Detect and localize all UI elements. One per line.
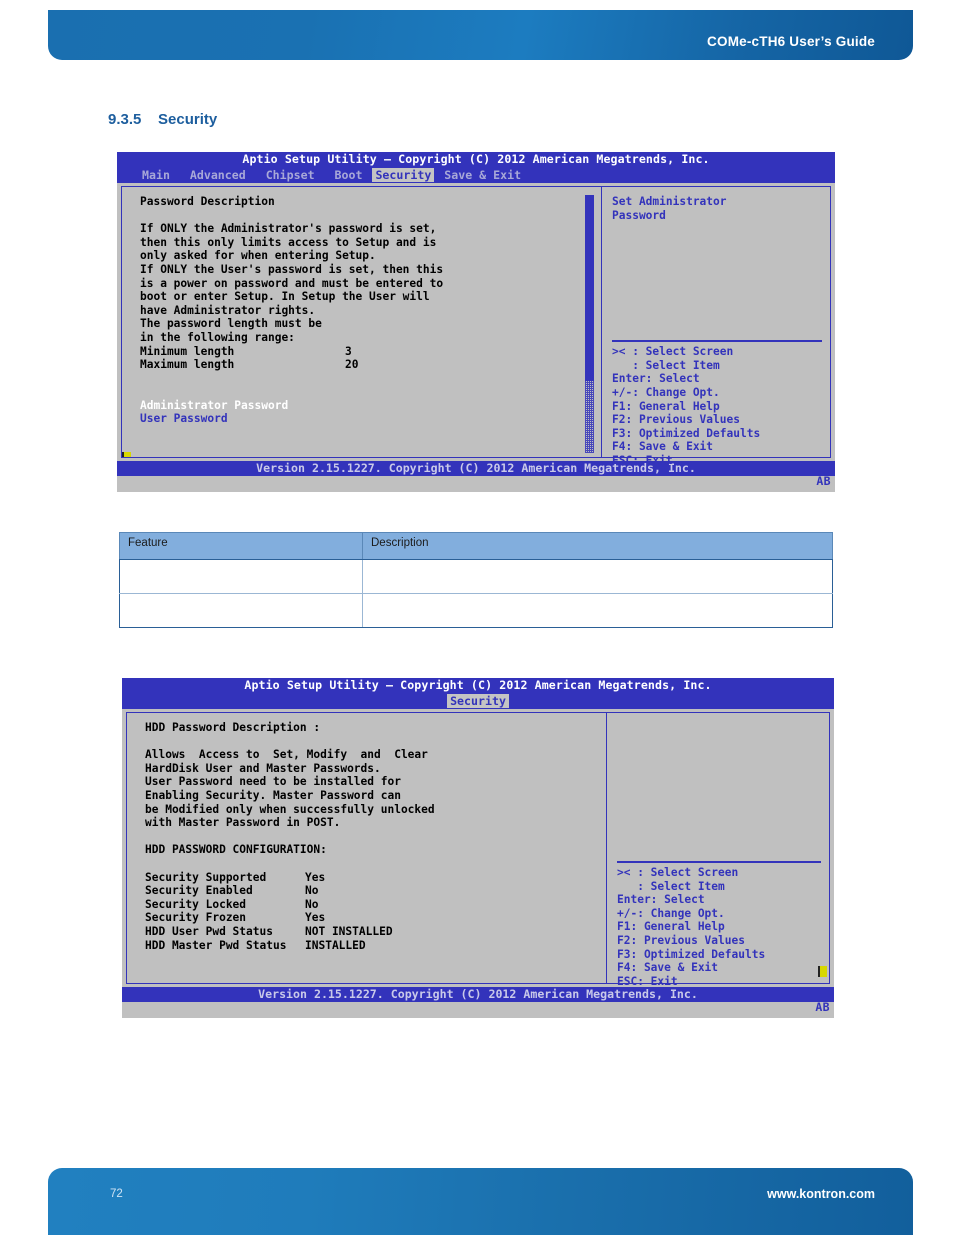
bios2-title: Aptio Setup Utility – Copyright (C) 2012… xyxy=(122,678,834,693)
bios2-body: HDD Password Description : Allows Access… xyxy=(126,712,830,988)
bios2-security-locked-value: No xyxy=(305,897,319,911)
bios-screenshot-security: Aptio Setup Utility – Copyright (C) 2012… xyxy=(117,152,835,492)
bios1-item-administrator-password[interactable]: Administrator Password xyxy=(140,399,601,413)
bios2-config-row: HDD User Pwd Status NOT INSTALLED xyxy=(145,925,606,939)
bios1-password-description-heading: Password Description xyxy=(140,195,275,208)
footer-website-link[interactable]: www.kontron.com xyxy=(767,1187,875,1201)
table-header-feature: Feature xyxy=(119,532,363,560)
feature-description-table: Feature Description xyxy=(119,532,833,628)
bios1-right-panel: Set Administrator Password >< : Select S… xyxy=(602,187,830,467)
table-cell-description xyxy=(362,593,833,628)
bios2-help-separator xyxy=(617,861,821,863)
page-header-title: COMe-cTH6 User’s Guide xyxy=(707,34,875,49)
bios2-security-supported-value: Yes xyxy=(305,870,326,884)
bios1-max-length-value: 20 xyxy=(345,358,359,372)
bios1-scrollbar[interactable] xyxy=(585,195,594,453)
bios1-scrollbar-thumb[interactable] xyxy=(585,195,594,381)
bios1-scrollbar-track[interactable] xyxy=(585,380,594,453)
bios1-left-panel: Password Description If ONLY the Adminis… xyxy=(122,187,601,457)
table-row xyxy=(119,559,833,594)
bios1-tab-save-exit[interactable]: Save & Exit xyxy=(441,168,524,182)
bios1-help-text: Set Administrator Password xyxy=(612,195,727,222)
bios2-bottom-strip: AB xyxy=(122,1000,834,1016)
bios2-security-enabled-value: No xyxy=(305,884,319,898)
bios2-security-supported-label: Security Supported xyxy=(145,870,267,884)
bios2-config-row: HDD Master Pwd Status INSTALLED xyxy=(145,939,606,953)
bios1-help-separator xyxy=(612,340,822,343)
bios-screenshot-hdd-security: Aptio Setup Utility – Copyright (C) 2012… xyxy=(122,678,834,1018)
bios2-security-locked-label: Security Locked xyxy=(145,897,247,911)
bios1-password-description-text: If ONLY the Administrator's password is … xyxy=(140,222,444,344)
bios2-right-panel: >< : Select Screen : Select Item Enter: … xyxy=(607,713,829,988)
bios2-cursor-marker xyxy=(818,966,827,977)
bios1-title: Aptio Setup Utility – Copyright (C) 2012… xyxy=(117,152,835,167)
table-cell-feature xyxy=(119,593,363,628)
bios2-config-row: Security Locked No xyxy=(145,898,606,912)
bios2-security-frozen-label: Security Frozen xyxy=(145,911,247,925)
bios2-config-row: Security Supported Yes xyxy=(145,871,606,885)
page-footer-banner: 72 www.kontron.com xyxy=(48,1168,913,1235)
table-cell-description xyxy=(362,559,833,594)
bios1-body: Password Description If ONLY the Adminis… xyxy=(121,186,831,467)
bios2-left-panel: HDD Password Description : Allows Access… xyxy=(127,713,606,983)
table-row xyxy=(119,593,833,628)
bios1-item-user-password[interactable]: User Password xyxy=(140,412,601,426)
table-header-row: Feature Description xyxy=(119,532,833,560)
bios1-min-length-value: 3 xyxy=(345,344,352,358)
bios1-tab-advanced[interactable]: Advanced xyxy=(187,168,249,182)
bios1-ab-badge: AB xyxy=(816,474,831,488)
bios2-hdd-password-description-heading: HDD Password Description : xyxy=(145,721,321,734)
bios1-tab-main[interactable]: Main xyxy=(139,168,173,182)
bios1-max-length-label: Maximum length xyxy=(140,358,235,372)
bios1-key-legend: >< : Select Screen : Select Item Enter: … xyxy=(612,345,761,467)
bios2-ab-badge: AB xyxy=(815,1000,830,1014)
section-title: Security xyxy=(158,111,218,128)
bios1-menubar: Main Advanced Chipset Boot Security Save… xyxy=(117,167,835,183)
section-number: 9.3.5 xyxy=(108,111,142,128)
bios2-hdd-master-pwd-status-value: INSTALLED xyxy=(305,938,366,952)
bios2-menubar: Security xyxy=(122,693,834,709)
bios2-config-heading: HDD PASSWORD CONFIGURATION: xyxy=(145,843,327,857)
bios1-bottom-strip: AB xyxy=(117,474,835,490)
bios2-footer: Version 2.15.1227. Copyright (C) 2012 Am… xyxy=(122,987,834,1002)
bios2-config-row: Security Enabled No xyxy=(145,884,606,898)
bios2-key-legend: >< : Select Screen : Select Item Enter: … xyxy=(617,866,766,988)
bios1-min-length-label: Minimum length xyxy=(140,344,235,358)
bios2-hdd-user-pwd-status-value: NOT INSTALLED xyxy=(305,924,393,938)
bios2-security-frozen-value: Yes xyxy=(305,911,326,925)
page-header-banner: COMe-cTH6 User’s Guide xyxy=(48,10,913,60)
table-header-description: Description xyxy=(362,532,833,560)
page-number: 72 xyxy=(110,1188,123,1200)
bios1-max-length-row: Maximum length 20 xyxy=(140,358,601,372)
bios1-tab-security[interactable]: Security xyxy=(372,168,435,182)
bios1-tab-boot[interactable]: Boot xyxy=(332,168,366,182)
bios2-hdd-user-pwd-status-label: HDD User Pwd Status xyxy=(145,924,273,938)
bios2-config-row: Security Frozen Yes xyxy=(145,911,606,925)
bios1-min-length-row: Minimum length 3 xyxy=(140,345,601,359)
bios2-security-enabled-label: Security Enabled xyxy=(145,884,253,898)
bios1-tab-chipset[interactable]: Chipset xyxy=(263,168,318,182)
page-title: 9.3.5 Security xyxy=(108,111,217,128)
table-cell-feature xyxy=(119,559,363,594)
bios1-cursor-marker xyxy=(122,452,131,457)
bios2-hdd-password-description-text: Allows Access to Set, Modify and Clear H… xyxy=(145,748,435,830)
bios2-hdd-master-pwd-status-label: HDD Master Pwd Status xyxy=(145,938,287,952)
bios2-tab-security[interactable]: Security xyxy=(447,694,509,708)
